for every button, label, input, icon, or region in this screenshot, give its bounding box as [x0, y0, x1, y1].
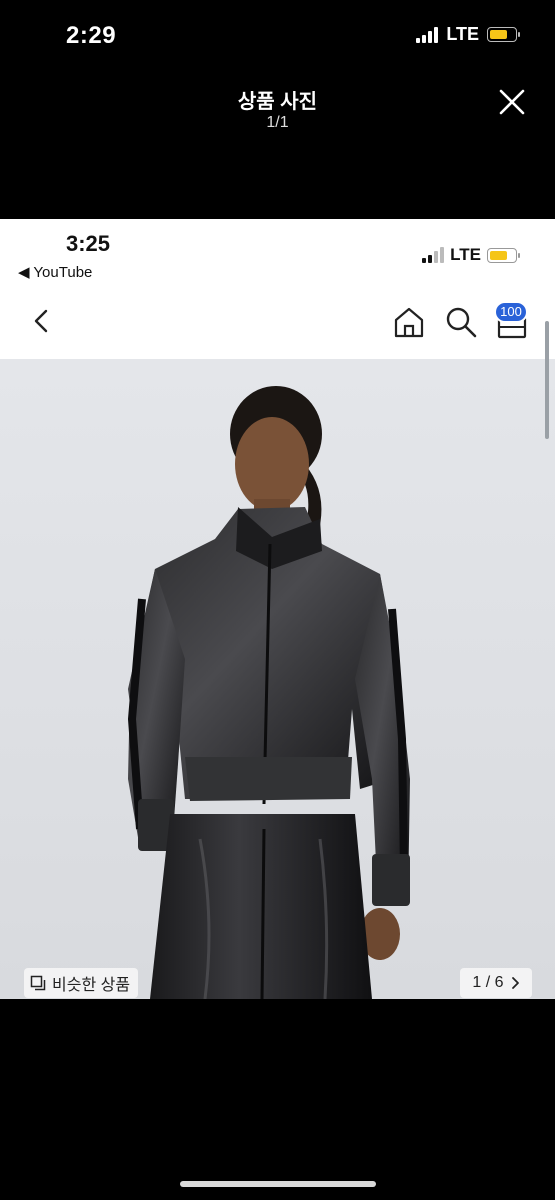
product-photo[interactable] [0, 359, 555, 999]
home-indicator[interactable] [180, 1181, 376, 1187]
back-to-app-link[interactable]: ◀ YouTube [18, 263, 92, 281]
photo-pager-label: 1 / 6 [472, 974, 504, 991]
close-icon [499, 89, 525, 115]
viewer-title: 상품 사진 [237, 91, 318, 113]
search-icon [446, 307, 477, 338]
search-button[interactable] [444, 305, 478, 339]
similar-products-button[interactable]: 비슷한 상품 [24, 968, 139, 998]
similar-products-label: 비슷한 상품 [52, 977, 131, 994]
signal-icon [416, 26, 439, 43]
home-icon [394, 307, 424, 338]
product-photo-image [0, 359, 555, 999]
inner-status-indicators: LTE [422, 245, 520, 265]
battery-icon [487, 247, 520, 263]
photo-pager[interactable]: 1 / 6 [460, 968, 532, 998]
status-indicators: LTE [416, 24, 520, 45]
scrollbar[interactable] [545, 321, 549, 439]
status-time: 2:29 [66, 22, 117, 49]
back-button[interactable] [28, 305, 56, 337]
inner-status-time: 3:25 [66, 231, 111, 256]
product-screenshot: 3:25 ◀ YouTube LTE 100 비슷한 상품 1 / 6 [0, 219, 555, 999]
network-label: LTE [450, 245, 481, 264]
cart-count-badge: 100 [494, 301, 528, 323]
network-label: LTE [446, 24, 479, 44]
battery-icon [487, 27, 520, 42]
copy-icon [30, 975, 46, 991]
chevron-left-icon [34, 309, 48, 333]
chevron-right-icon [511, 977, 519, 989]
signal-icon [422, 247, 445, 263]
viewer-counter: 1/1 [266, 114, 289, 131]
home-button[interactable] [392, 305, 426, 339]
close-button[interactable] [496, 86, 528, 118]
